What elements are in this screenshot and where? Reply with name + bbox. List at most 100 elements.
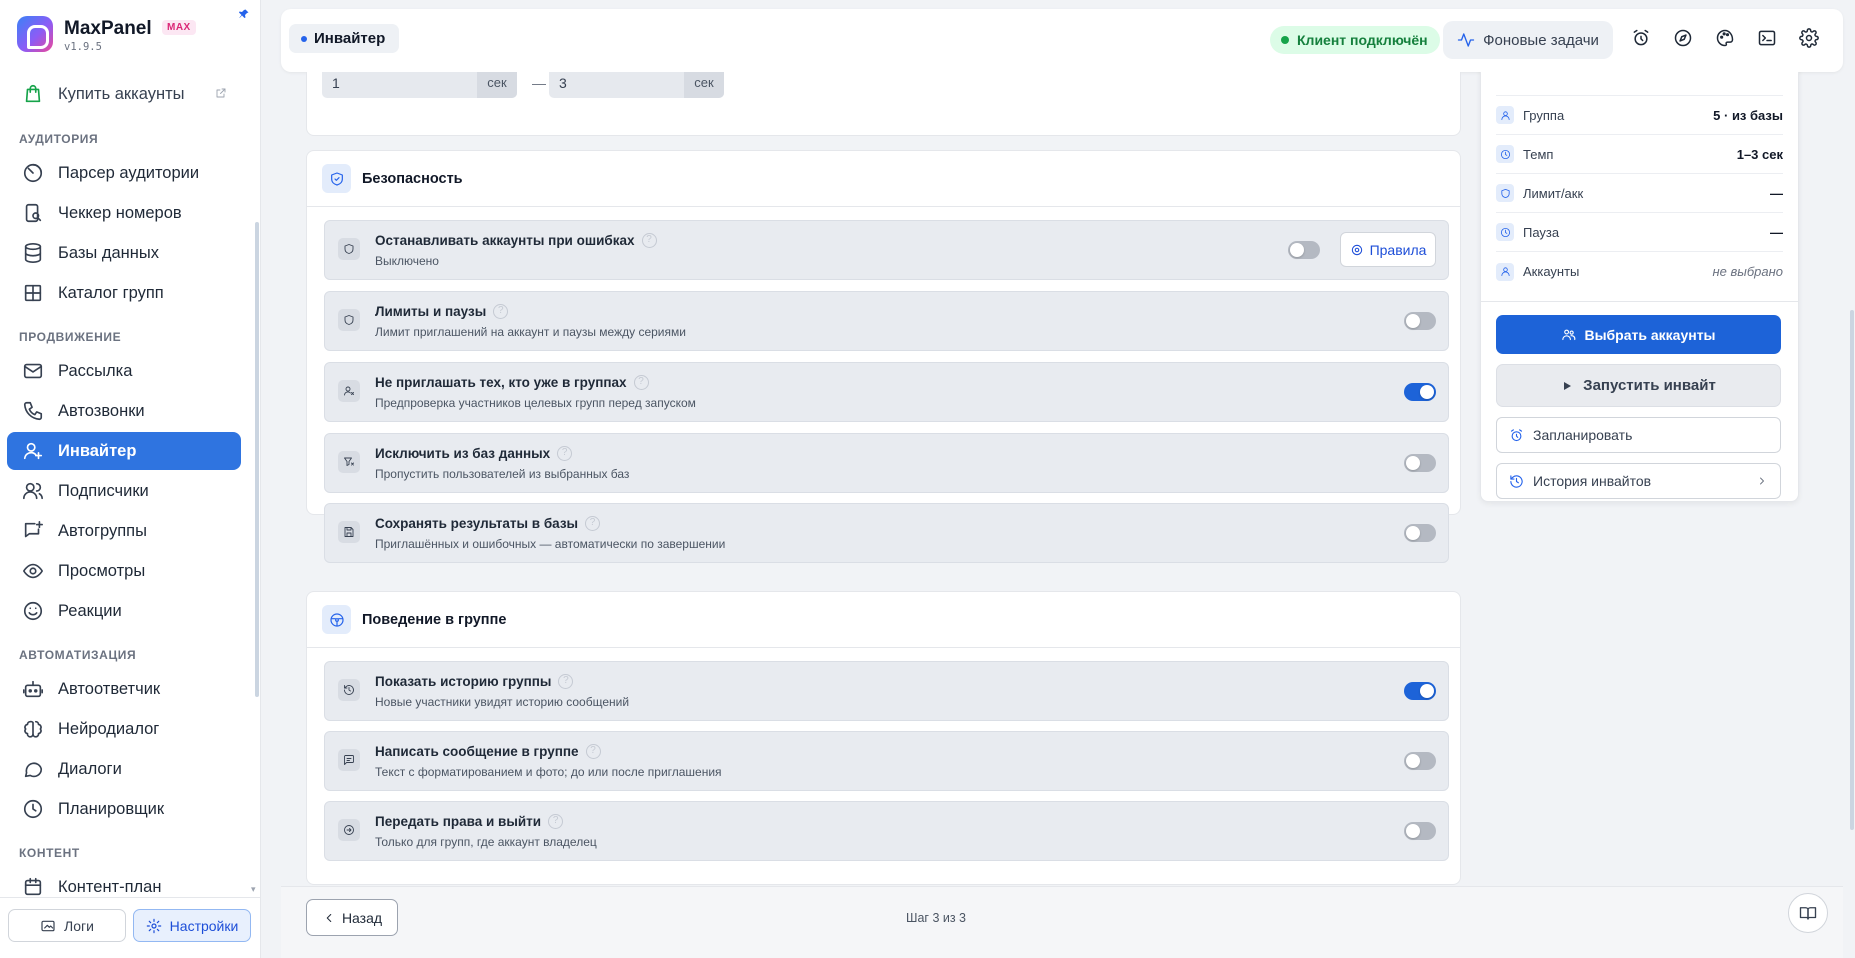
background-tasks-label: Фоновые задачи <box>1483 31 1599 49</box>
gear-icon <box>146 918 162 934</box>
rules-label: Правила <box>1369 241 1427 258</box>
user-plus-icon <box>22 440 44 462</box>
write-message-toggle[interactable] <box>1404 752 1436 770</box>
delay-from-value: 1 <box>332 74 340 91</box>
app-name: MaxPanel <box>64 18 152 39</box>
setting-row-write-message: Написать сообщение в группе? Текст с фор… <box>324 731 1449 791</box>
sidebar-item-views[interactable]: Просмотры <box>7 552 241 590</box>
security-title: Безопасность <box>362 170 463 187</box>
users-icon <box>22 480 44 502</box>
back-button[interactable]: Назад <box>306 899 398 936</box>
sidebar-item-databases[interactable]: Базы данных <box>7 234 241 272</box>
docs-button[interactable] <box>1788 893 1828 933</box>
range-separator: — <box>532 75 546 91</box>
sidebar-item-label: Подписчики <box>58 481 149 500</box>
save-results-toggle[interactable] <box>1404 524 1436 542</box>
exclude-databases-toggle[interactable] <box>1404 454 1436 472</box>
sidebar-item-label: Автоответчик <box>58 679 161 698</box>
setting-title: Останавливать аккаунты при ошибках? <box>375 233 657 248</box>
setting-description: Выключено <box>375 254 439 268</box>
start-invite-button[interactable]: Запустить инвайт <box>1496 364 1781 407</box>
skip-members-toggle[interactable] <box>1404 383 1436 401</box>
sidebar-item-autogroups[interactable]: Автогруппы <box>7 512 241 550</box>
phone-search-icon <box>22 202 44 224</box>
background-tasks-button[interactable]: Фоновые задачи <box>1443 21 1613 59</box>
help-icon[interactable]: ? <box>548 814 564 829</box>
app-logo <box>17 16 53 52</box>
help-icon[interactable]: ? <box>558 674 574 689</box>
shield-icon <box>338 238 360 260</box>
sidebar-item-mailing[interactable]: Рассылка <box>7 352 241 390</box>
help-icon[interactable]: ? <box>633 375 649 390</box>
compass-icon[interactable] <box>1673 28 1695 50</box>
main-scrollbar[interactable] <box>1850 310 1854 830</box>
section-label-promotion: ПРОДВИЖЕНИЕ <box>19 330 122 344</box>
sidebar-item-autocalls[interactable]: Автозвонки <box>7 392 241 430</box>
book-open-icon <box>1799 904 1817 922</box>
chevron-right-icon <box>1756 475 1768 487</box>
summary-label: Лимит/акк <box>1523 185 1584 201</box>
step-indicator: Шаг 3 из 3 <box>906 911 967 925</box>
setting-description: Новые участники увидят историю сообщений <box>375 695 630 709</box>
brand: MaxPanel MAX v1.9.5 <box>17 16 247 54</box>
sidebar-item-parser[interactable]: Парсер аудитории <box>7 154 241 192</box>
sidebar-item-neurodialog[interactable]: Нейродиалог <box>7 710 241 748</box>
show-history-toggle[interactable] <box>1404 682 1436 700</box>
palette-icon[interactable] <box>1715 28 1737 50</box>
delay-to-input[interactable]: 3 сек <box>549 72 724 98</box>
security-card: Безопасность Останавливать аккаунты при … <box>306 150 1461 563</box>
main-content: 1 сек — 3 сек Безопасность Останавливать… <box>281 72 1843 958</box>
select-accounts-button[interactable]: Выбрать аккаунты <box>1496 315 1781 354</box>
sidebar-item-label: Просмотры <box>58 561 146 580</box>
sidebar-item-scheduler[interactable]: Планировщик <box>7 790 241 828</box>
sidebar-item-dialogs[interactable]: Диалоги <box>7 750 241 788</box>
setting-title: Исключить из баз данных? <box>375 446 573 461</box>
sidebar-item-label: Каталог групп <box>58 283 164 302</box>
delay-from-input[interactable]: 1 сек <box>322 72 517 98</box>
settings-button[interactable]: Настройки <box>133 909 251 942</box>
help-icon[interactable]: ? <box>557 446 573 461</box>
app-version: v1.9.5 <box>64 41 102 53</box>
setting-description: Только для групп, где аккаунт владелец <box>375 835 597 849</box>
sidebar-item-subscribers[interactable]: Подписчики <box>7 472 241 510</box>
help-icon[interactable]: ? <box>585 744 601 759</box>
summary-label: Аккаунты <box>1523 264 1580 279</box>
help-icon[interactable]: ? <box>493 304 509 319</box>
help-icon[interactable]: ? <box>641 233 657 248</box>
security-header: Безопасность <box>307 151 1460 207</box>
user-icon <box>1496 106 1514 124</box>
alarm-clock-icon[interactable] <box>1631 28 1653 50</box>
sidebar-item-reactions[interactable]: Реакции <box>7 592 241 630</box>
limits-toggle[interactable] <box>1404 312 1436 330</box>
database-icon <box>22 242 44 264</box>
sidebar-item-inviter[interactable]: Инвайтер <box>7 432 241 470</box>
app-badge: MAX <box>162 20 196 35</box>
summary-row-hidden <box>1496 77 1783 96</box>
logs-button[interactable]: Логи <box>8 909 126 942</box>
sidebar-item-buy-accounts[interactable]: Купить аккаунты <box>7 75 241 113</box>
scroll-down-icon[interactable]: ▾ <box>251 884 256 895</box>
invite-history-button[interactable]: История инвайтов <box>1496 463 1781 499</box>
terminal-icon[interactable] <box>1757 28 1779 50</box>
sidebar-item-checker[interactable]: Чеккер номеров <box>7 194 241 232</box>
behavior-header: Поведение в группе <box>307 592 1460 648</box>
stop-on-errors-toggle[interactable] <box>1288 241 1320 259</box>
back-label: Назад <box>341 909 383 926</box>
users-icon <box>1561 327 1576 342</box>
sidebar-item-label: Базы данных <box>58 243 159 262</box>
user-x-icon <box>338 380 360 402</box>
gear-icon[interactable] <box>1799 28 1821 50</box>
sidebar-item-autoresponder[interactable]: Автоответчик <box>7 670 241 708</box>
summary-divider <box>1481 301 1798 302</box>
sidebar-item-label: Купить аккаунты <box>58 84 185 103</box>
rules-button[interactable]: Правила <box>1340 232 1436 267</box>
delay-to-unit: сек <box>684 72 724 98</box>
help-icon[interactable]: ? <box>585 516 601 531</box>
setting-title: Передать права и выйти? <box>375 814 564 829</box>
sidebar-scrollbar[interactable] <box>255 222 259 697</box>
transfer-rights-toggle[interactable] <box>1404 822 1436 840</box>
activity-icon <box>1457 31 1475 49</box>
sidebar-item-catalog[interactable]: Каталог групп <box>7 274 241 312</box>
pin-icon[interactable] <box>238 8 250 20</box>
schedule-button[interactable]: Запланировать <box>1496 417 1781 453</box>
